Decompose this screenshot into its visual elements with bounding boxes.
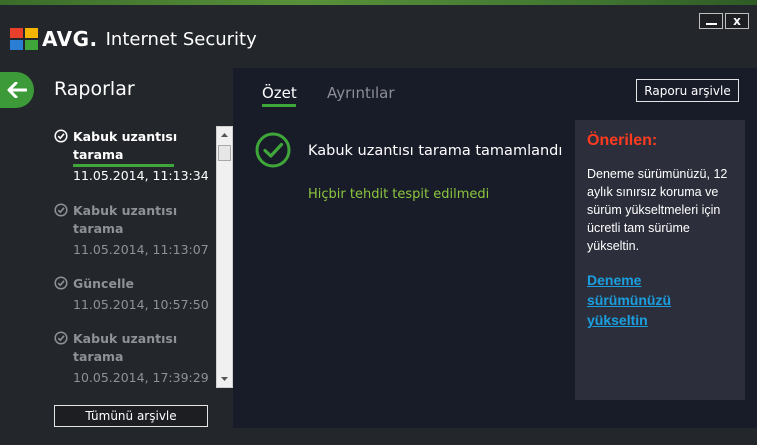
check-circle-icon [54, 203, 68, 217]
tab-summary[interactable]: Özet [262, 84, 297, 102]
report-list: Kabuk uzantısı tarama 11.05.2014, 11:13:… [54, 126, 214, 388]
check-circle-icon [54, 331, 68, 345]
scroll-up-button[interactable] [217, 127, 232, 143]
app-logo: AVG. Internet Security [10, 27, 257, 51]
product-name: Internet Security [105, 28, 257, 50]
section-title: Raporlar [54, 78, 135, 100]
scan-result-status: Hiçbir tehdit tespit edilmedi [308, 187, 490, 202]
report-title: Güncelle [73, 276, 134, 291]
recommendation-box: Önerilen: Deneme sürümünüzü, 12 aylık sı… [575, 120, 745, 400]
report-title: Kabuk uzantısı tarama [73, 203, 178, 236]
report-list-scrollbar[interactable] [216, 126, 233, 388]
upgrade-trial-link[interactable]: Deneme sürümünüzü yükseltin [587, 270, 733, 330]
arrow-down-icon [221, 377, 228, 381]
selected-underline [73, 164, 174, 167]
report-date: 11.05.2014, 11:13:34 [73, 168, 209, 183]
active-tab-underline [262, 104, 296, 107]
scroll-down-button[interactable] [217, 371, 232, 387]
report-item[interactable]: Güncelle 11.05.2014, 10:57:50 [54, 275, 214, 314]
report-item[interactable]: Kabuk uzantısı tarama 11.05.2014, 11:13:… [54, 202, 214, 259]
close-button[interactable]: x [725, 13, 749, 29]
report-item[interactable]: Kabuk uzantısı tarama 10.05.2014, 17:39:… [54, 330, 214, 387]
minimize-icon [705, 23, 717, 25]
back-button[interactable] [0, 72, 34, 108]
report-date: 10.05.2014, 17:39:29 [73, 370, 209, 385]
archive-all-button[interactable]: Tümünü arşivle [54, 405, 208, 427]
recommendation-title: Önerilen: [587, 132, 658, 149]
check-circle-icon [54, 129, 68, 143]
report-detail-panel: Özet Ayrıntılar Raporu arşivle Kabuk uza… [233, 68, 757, 428]
arrow-up-icon [221, 133, 228, 137]
report-date: 11.05.2014, 10:57:50 [73, 297, 209, 312]
recommendation-text: Deneme sürümünüzü, 12 aylık sınırsız kor… [587, 167, 728, 253]
brand-name: AVG. [42, 27, 98, 51]
success-check-icon [255, 132, 291, 168]
report-item[interactable]: Kabuk uzantısı tarama 11.05.2014, 11:13:… [54, 128, 214, 185]
scroll-thumb[interactable] [218, 145, 231, 161]
avg-logo-icon [10, 28, 38, 50]
report-date: 11.05.2014, 11:13:07 [73, 242, 209, 257]
archive-report-button[interactable]: Raporu arşivle [636, 79, 739, 102]
tab-details[interactable]: Ayrıntılar [327, 84, 395, 102]
scan-result-title: Kabuk uzantısı tarama tamamlandı [308, 143, 563, 159]
close-icon: x [733, 14, 741, 28]
check-circle-icon [54, 276, 68, 290]
report-title: Kabuk uzantısı tarama [73, 129, 178, 162]
arrow-left-icon [7, 82, 27, 98]
report-title: Kabuk uzantısı tarama [73, 331, 178, 364]
minimize-button[interactable] [699, 13, 723, 29]
title-bar: AVG. Internet Security x [0, 5, 757, 65]
